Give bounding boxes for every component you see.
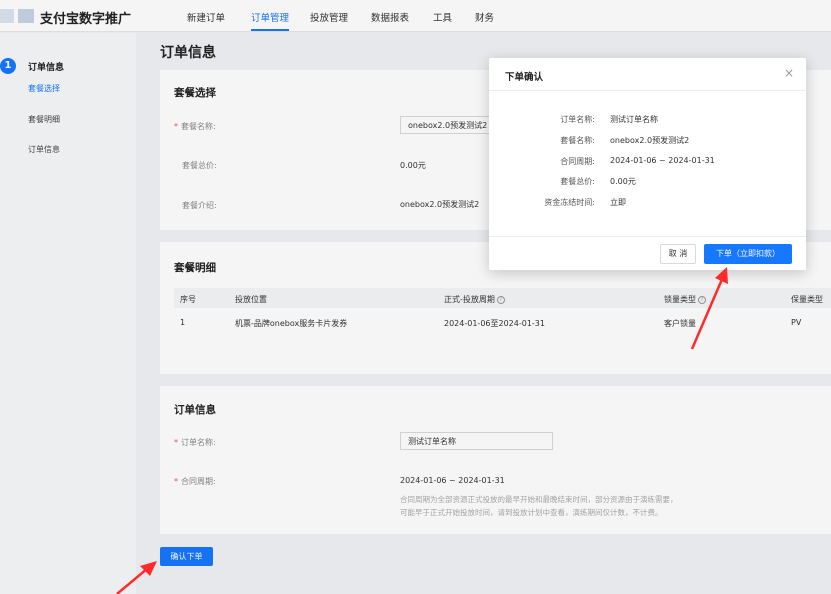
order-confirm-modal: 下单确认 × 订单名称: 测试订单名称 套餐名称: onebox2.0预发测试2… (489, 58, 806, 270)
nav-delivery-manage[interactable]: 投放管理 (310, 10, 348, 24)
arrowhead-confirm-order (140, 561, 157, 576)
modal-total-label: 套餐总价: (560, 177, 595, 186)
help-icon: ? (496, 295, 505, 304)
order-name-input[interactable]: 测试订单名称 (400, 432, 553, 450)
modal-total-value: 0.00元 (610, 177, 636, 186)
contract-period-value: 2024-01-06 ~ 2024-01-31 (400, 476, 505, 485)
cell-position: 机票-品牌onebox服务卡片发券 (235, 319, 348, 328)
modal-freeze-time-label: 资金冻结时间: (544, 198, 595, 207)
brand-title: 支付宝数字推广 (40, 12, 132, 27)
nav-finance[interactable]: 财务 (475, 10, 494, 24)
logo-shape (0, 9, 14, 23)
confirm-order-button[interactable]: 确认下单 (160, 547, 213, 566)
package-total-value: 0.00元 (400, 161, 426, 170)
package-select-title: 套餐选择 (174, 87, 216, 99)
cell-lock-type: 客户锁量 (664, 319, 696, 328)
package-total-label: 套餐总价: (182, 161, 217, 170)
order-info-title: 订单信息 (174, 404, 216, 416)
col-index: 序号 (180, 295, 196, 304)
modal-header-divider (489, 90, 806, 91)
cell-index: 1 (180, 318, 186, 327)
package-detail-title: 套餐明细 (174, 262, 216, 274)
nav-data-report[interactable]: 数据报表 (371, 10, 409, 24)
sidebar-item-package-detail[interactable]: 套餐明细 (28, 114, 60, 125)
col-period: 正式-投放周期? (444, 294, 505, 305)
package-intro-label: 套餐介绍: (182, 201, 217, 210)
help-icon: ? (698, 295, 706, 304)
sidebar-item-order-info[interactable]: 订单信息 (28, 144, 60, 155)
nav-tools[interactable]: 工具 (433, 10, 452, 24)
nav-new-order[interactable]: 新建订单 (187, 10, 225, 24)
contract-period-label: * 合同周期: (174, 477, 216, 486)
sidebar-steps (0, 33, 136, 594)
nav-active-indicator (251, 29, 289, 31)
modal-order-name-label: 订单名称: (560, 115, 595, 124)
detail-table-header: 序号 投放位置 正式-投放周期? 锁量类型? 保量类型 (174, 288, 831, 308)
page-title: 订单信息 (160, 45, 216, 61)
close-icon[interactable]: × (784, 66, 794, 80)
order-info-card: 订单信息 * 订单名称: 测试订单名称 * 合同周期: 2024-01-06 ~ 2… (160, 386, 831, 534)
sidebar-item-package-select[interactable]: 套餐选择 (28, 83, 60, 94)
modal-period-label: 合同周期: (560, 157, 595, 166)
cell-period: 2024-01-06至2024-01-31 (444, 319, 545, 328)
modal-package-name-value: onebox2.0预发测试2 (610, 136, 690, 145)
col-position: 投放位置 (235, 295, 267, 304)
top-nav: 支付宝数字推广 新建订单 订单管理 投放管理 数据报表 工具 财务 (0, 0, 831, 32)
nav-order-manage[interactable]: 订单管理 (251, 10, 289, 24)
modal-title: 下单确认 (505, 72, 544, 83)
col-lock-type: 锁量类型? (664, 294, 706, 305)
modal-order-name-value: 测试订单名称 (610, 115, 658, 124)
period-hint-line2: 可能早于正式开始投放时间，请到投放计划中查看，演练期间仅计数，不计费。 (400, 508, 663, 517)
place-order-button[interactable]: 下单（立即扣款） (704, 244, 792, 264)
period-hint-line1: 合同周期为全部资源正式投放的最早开始和最晚结束时间，部分资源由于演练需要， (400, 495, 678, 504)
logo-icon (18, 9, 34, 23)
order-name-label: * 订单名称: (174, 438, 216, 447)
col-guarantee-type: 保量类型 (791, 295, 823, 304)
cell-guarantee-type: PV (791, 318, 802, 327)
step-title: 订单信息 (28, 63, 65, 73)
modal-freeze-time-value: 立即 (610, 198, 626, 207)
modal-footer-divider (489, 236, 806, 237)
package-intro-value: onebox2.0预发测试2 (400, 200, 480, 209)
modal-period-value: 2024-01-06 ~ 2024-01-31 (610, 156, 715, 165)
modal-package-name-label: 套餐名称: (560, 136, 595, 145)
package-name-label: * 套餐名称: (174, 122, 216, 131)
cancel-button[interactable]: 取 消 (660, 244, 696, 264)
step-number-badge: 1 (0, 58, 16, 74)
